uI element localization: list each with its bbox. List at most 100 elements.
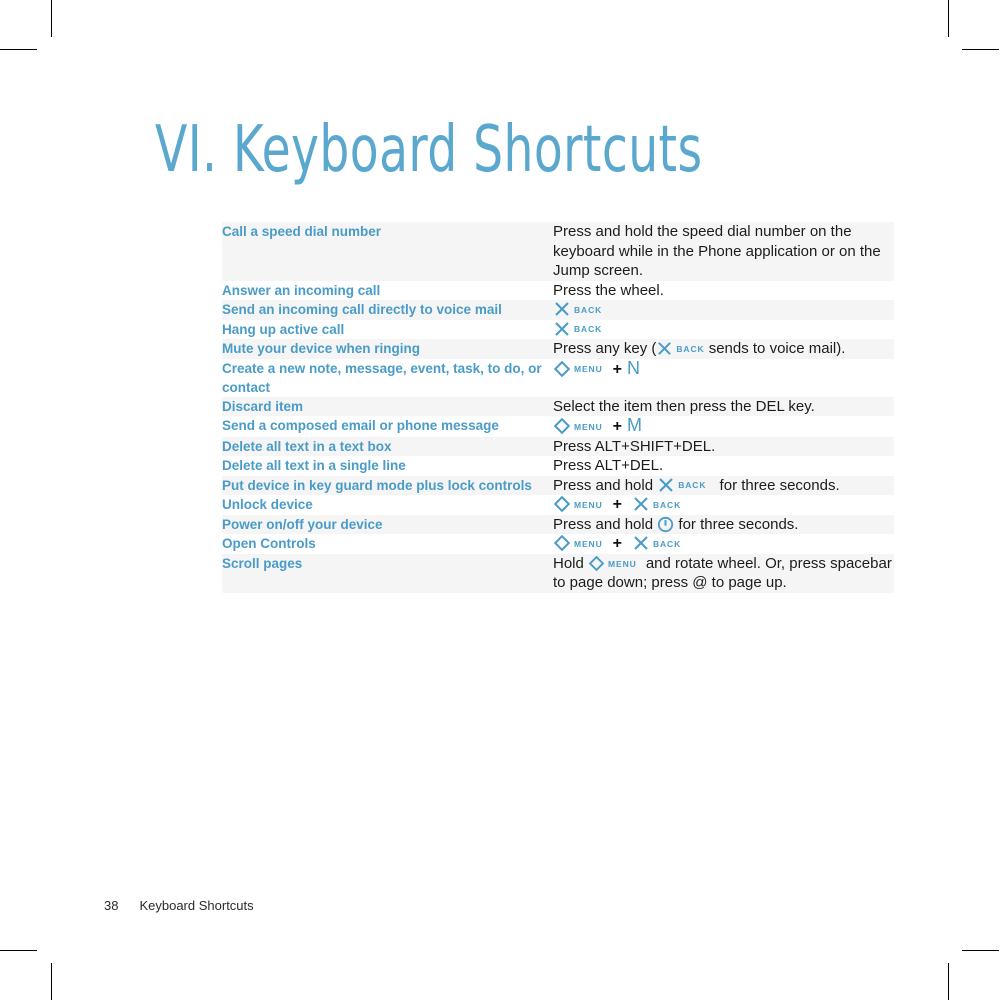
back-x-icon (553, 300, 571, 318)
table-row: Open Controls MENU + BACK (222, 534, 894, 554)
shortcut-action: Mute your device when ringing (222, 341, 421, 356)
shortcut-action: Scroll pages (222, 555, 303, 571)
page-title: VI. Keyboard Shortcuts (155, 113, 703, 187)
combo-character: N (626, 357, 640, 378)
back-key-label: BACK (678, 480, 707, 491)
back-x-icon (656, 340, 673, 357)
back-key-label: BACK (574, 324, 603, 335)
table-row: Scroll pages Hold MENU and rotate wheel.… (222, 553, 894, 593)
shortcut-action: Unlock device (222, 497, 313, 512)
table-row: Hang up active call BACK (222, 319, 894, 340)
plus-symbol: + (612, 496, 622, 513)
back-x-icon (632, 495, 650, 513)
crop-mark-bottom-right-horizontal (962, 950, 999, 951)
menu-diamond-icon (588, 555, 605, 572)
menu-diamond-icon (553, 417, 571, 435)
description-suffix: for three seconds. (674, 515, 799, 533)
shortcut-description: BACK (553, 320, 894, 340)
menu-key-label: MENU (574, 364, 603, 375)
table-row: Create a new note, message, event, task,… (222, 357, 894, 397)
keyboard-shortcuts-table: Call a speed dial number Press and hold … (222, 222, 894, 593)
shortcut-description: Press any key ( BACK sends to voice mail)… (553, 339, 894, 359)
table-row: Delete all text in a text box Press ALT+… (222, 436, 894, 456)
menu-key: MENU (553, 417, 603, 435)
shortcut-action: Create a new note, message, event, task,… (222, 360, 542, 395)
crop-mark-bottom-right-vertical (948, 963, 949, 1000)
description-suffix: for three seconds. (715, 476, 840, 494)
table-row: Put device in key guard mode plus lock c… (222, 475, 894, 496)
shortcut-action: Send an incoming call directly to voice … (222, 302, 502, 317)
back-key-label: BACK (676, 344, 705, 355)
back-key: BACK (657, 476, 706, 494)
power-key (657, 516, 674, 533)
shortcut-action: Send a composed email or phone message (222, 418, 499, 433)
back-key-label: BACK (574, 304, 603, 315)
plus-symbol: + (612, 418, 622, 435)
menu-key: MENU (553, 360, 603, 378)
menu-diamond-icon (553, 360, 571, 378)
shortcut-action: Hang up active call (222, 321, 345, 337)
back-key-label: BACK (652, 499, 682, 510)
back-key: BACK (553, 300, 602, 318)
shortcut-action: Power on/off your device (222, 516, 383, 532)
crop-mark-top-left-horizontal (0, 49, 37, 50)
back-key: BACK (632, 534, 681, 552)
back-key: BACK (553, 320, 602, 338)
shortcut-description: Select the item then press the DEL key. (553, 397, 815, 415)
description-prefix: Press and hold (553, 515, 658, 533)
table-row: Answer an incoming call Press the wheel. (222, 280, 894, 300)
power-icon (657, 516, 674, 533)
plus-symbol: + (612, 535, 622, 552)
plus-symbol: + (612, 360, 622, 378)
shortcut-action: Put device in key guard mode plus lock c… (222, 477, 532, 493)
shortcut-description: Press and hold BACK for three seconds. (553, 476, 894, 496)
back-key: BACK (632, 495, 681, 513)
footer-page-number: 38 (104, 898, 119, 913)
table-row: Mute your device when ringing Press any … (222, 339, 894, 359)
menu-key-label: MENU (574, 421, 603, 432)
back-x-icon (632, 534, 650, 552)
shortcut-action: Call a speed dial number (222, 224, 382, 239)
shortcut-description: MENU + BACK (553, 534, 894, 554)
shortcut-action: Answer an incoming call (222, 282, 381, 298)
description-prefix: Press and hold (553, 476, 658, 494)
back-key-label: BACK (652, 538, 682, 549)
table-row: Delete all text in a single line Press A… (222, 456, 894, 476)
footer-section-title: Keyboard Shortcuts (139, 898, 254, 913)
description-prefix: Press any key ( (553, 340, 657, 357)
menu-diamond-icon (553, 495, 571, 513)
table-row: Send an incoming call directly to voice … (222, 300, 894, 320)
shortcut-description: MENU + BACK (553, 495, 894, 515)
crop-mark-top-right-horizontal (962, 49, 999, 50)
shortcut-description: Press the wheel. (553, 281, 664, 299)
description-suffix: sends to voice mail). (704, 340, 846, 357)
back-x-icon (553, 320, 571, 338)
menu-key: MENU (553, 495, 603, 513)
crop-mark-bottom-left-vertical (51, 963, 52, 1000)
table-row: Discard item Select the item then press … (222, 396, 894, 416)
back-x-icon (657, 476, 675, 494)
crop-mark-bottom-left-horizontal (0, 950, 37, 951)
page-footer: 38 Keyboard Shortcuts (104, 898, 254, 913)
menu-key-label: MENU (608, 558, 637, 569)
shortcut-description: MENU + N (553, 357, 894, 397)
shortcut-description: Press ALT+DEL. (553, 457, 664, 474)
shortcut-description: MENU + M (553, 415, 894, 437)
menu-key: MENU (588, 555, 637, 572)
shortcut-description: Press ALT+SHIFT+DEL. (553, 437, 716, 455)
shortcut-action: Discard item (222, 398, 304, 414)
shortcut-action: Open Controls (222, 536, 316, 551)
table-row: Unlock device MENU + BACK (222, 495, 894, 515)
crop-mark-top-left-vertical (51, 0, 52, 37)
shortcut-description: BACK (553, 300, 894, 320)
menu-key: MENU (553, 534, 603, 552)
menu-diamond-icon (553, 534, 571, 552)
shortcut-description: Press and hold for three seconds. (553, 515, 894, 535)
menu-key-label: MENU (574, 538, 603, 549)
table-row: Send a composed email or phone message M… (222, 415, 894, 437)
back-key: BACK (656, 340, 704, 357)
description-prefix: Hold (553, 554, 589, 572)
shortcut-action: Delete all text in a text box (222, 438, 392, 454)
shortcut-action: Delete all text in a single line (222, 458, 406, 473)
combo-character: M (626, 415, 642, 435)
